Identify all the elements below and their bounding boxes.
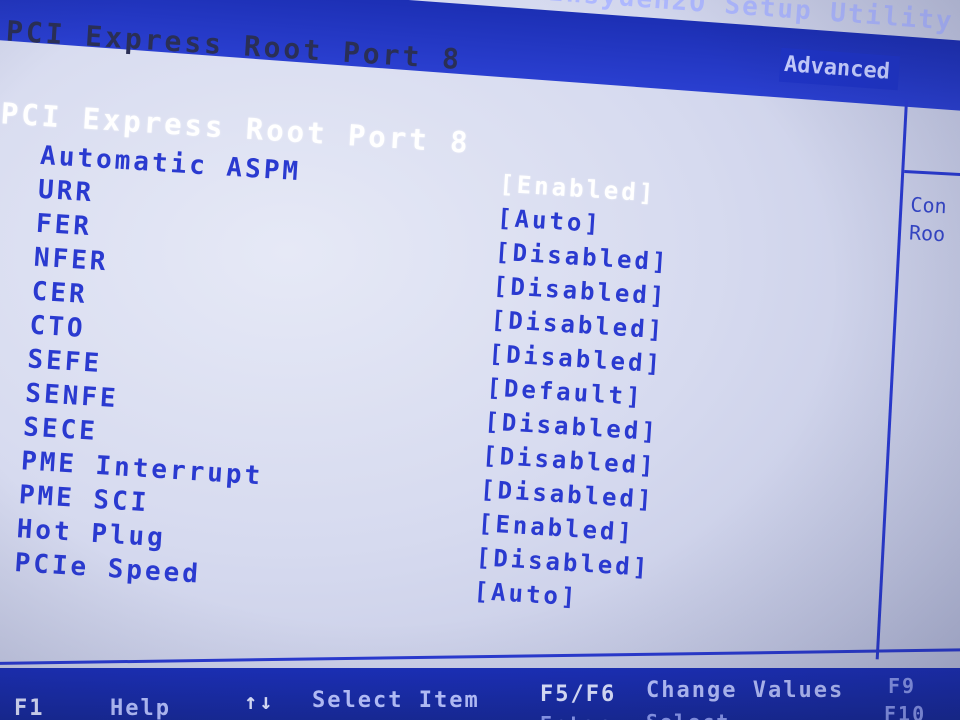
f10-key: F10 [884,702,927,720]
setting-label: CTO [28,310,87,344]
setting-label: PME SCI [18,480,151,519]
setting-label: CER [30,276,89,311]
setting-label: SENFE [24,378,120,415]
enter-key: Enter [540,712,610,720]
setting-label: SEFE [26,344,103,380]
help-panel-line-2: Roo [908,220,946,247]
setting-value[interactable]: [Auto] [473,577,579,612]
setting-value[interactable]: [Auto] [496,204,602,239]
arrows-icon: ↑↓ [244,690,275,715]
help-panel: Con Roo [875,100,960,664]
select-item-label: Select Item [312,688,480,713]
setting-value[interactable]: [Enabled] [499,170,657,208]
help-panel-divider [904,170,960,178]
select-label: Select [646,710,730,720]
f1-key: F1 [14,696,45,720]
setting-label: SECE [22,412,99,447]
setting-label: FER [35,208,93,243]
change-values-label: Change Values [646,678,845,703]
bottom-divider [0,647,960,666]
f9-key: F9 [888,674,917,698]
bios-screen: InsydeH2O Setup Utility Advanced PCI Exp… [0,0,960,720]
help-bar: F1 Help ↑↓ Select Item F5/F6 Change Valu… [0,668,960,720]
setting-label: NFER [32,242,110,278]
f5-f6-key: F5/F6 [540,682,617,707]
setting-label: URR [37,174,95,209]
f1-help-label: Help [110,696,171,720]
help-panel-line-1: Con [909,192,948,219]
